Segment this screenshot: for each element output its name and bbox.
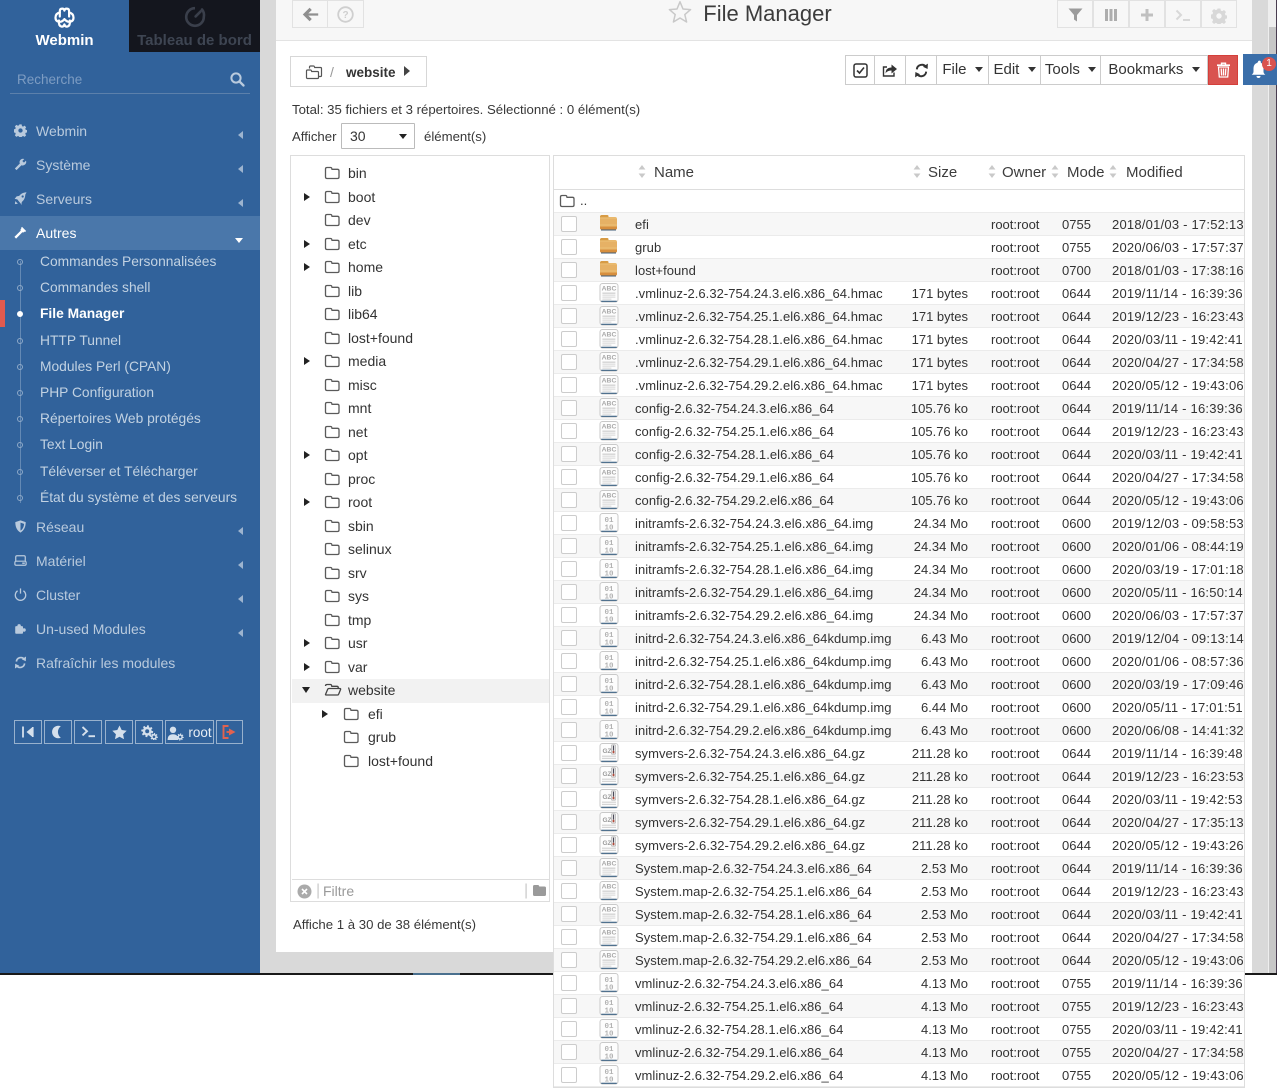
- svg-text:ABC: ABC: [602, 861, 617, 868]
- svg-text:ABC: ABC: [602, 930, 617, 937]
- svg-text:ABC: ABC: [602, 953, 617, 960]
- svg-text:ABC: ABC: [602, 884, 617, 891]
- svg-text:ABC: ABC: [602, 355, 617, 362]
- svg-text:ABC: ABC: [602, 424, 617, 431]
- svg-text:ABC: ABC: [602, 332, 617, 339]
- svg-text:ABC: ABC: [602, 447, 617, 454]
- svg-text:ABC: ABC: [602, 401, 617, 408]
- svg-text:GZ: GZ: [602, 771, 611, 778]
- svg-text:GZ: GZ: [602, 748, 611, 755]
- svg-text:GZ: GZ: [602, 840, 611, 847]
- svg-text:ABC: ABC: [602, 309, 617, 316]
- svg-text:ABC: ABC: [602, 378, 617, 385]
- svg-text:ABC: ABC: [602, 470, 617, 477]
- svg-text:ABC: ABC: [602, 493, 617, 500]
- svg-text:ABC: ABC: [602, 286, 617, 293]
- svg-text:GZ: GZ: [602, 817, 611, 824]
- svg-text:ABC: ABC: [602, 907, 617, 914]
- svg-text:?: ?: [342, 10, 348, 21]
- svg-text:GZ: GZ: [602, 794, 611, 801]
